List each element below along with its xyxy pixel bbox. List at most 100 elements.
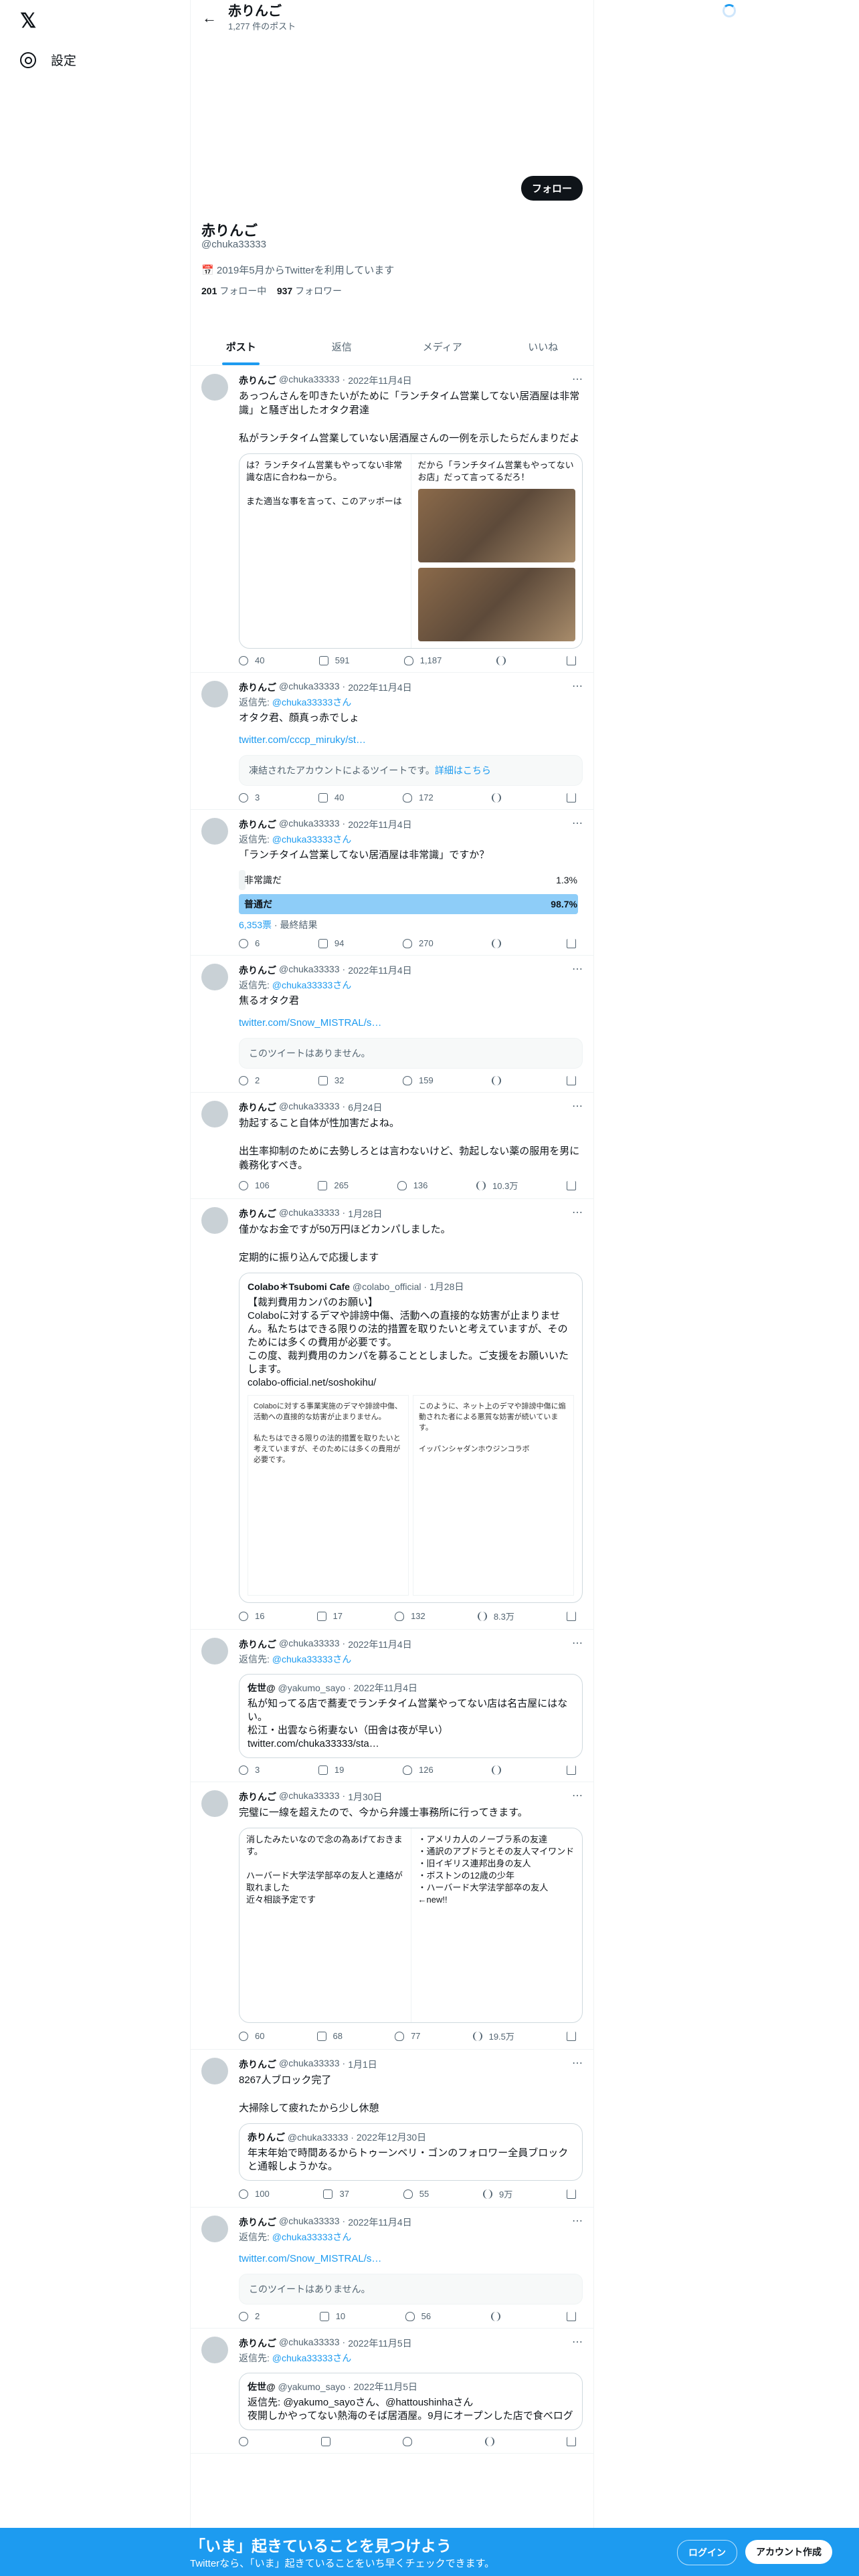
tab-media[interactable]: メディア [392, 330, 493, 365]
media-screenshot[interactable]: ・アメリカ人のノーブラ系の友達 ・通訳のアプドラとその友人マイワンド ・旧イギリ… [411, 1828, 583, 2022]
views-action[interactable] [492, 1765, 508, 1775]
media-screenshot[interactable]: は？ランチタイム営業もやってない非常識な店に合わねーから。 また適当な事を言って… [240, 454, 411, 648]
avatar[interactable] [201, 1790, 228, 1817]
following-count[interactable]: 201 [201, 286, 217, 296]
reply-to-link[interactable]: @chuka33333さん [272, 2232, 352, 2242]
reply-to-link[interactable]: @chuka33333さん [272, 834, 352, 845]
views-action[interactable]: 9万 [482, 2187, 512, 2200]
followers-label[interactable]: フォロワー [295, 286, 342, 296]
reply-action[interactable]: 3 [239, 1765, 260, 1775]
author-name[interactable]: 赤りんご [239, 1790, 276, 1804]
tweet[interactable]: ⋯ 赤りんご @chuka33333 · 2022年11月4日 返信先: @chuka33… [191, 810, 593, 956]
author-name[interactable]: 赤りんご [239, 1101, 276, 1114]
reply-to-link[interactable]: @chuka33333さん [272, 697, 352, 708]
login-button[interactable]: ログイン [677, 2540, 737, 2565]
avatar[interactable] [201, 964, 228, 990]
share-action[interactable] [566, 1179, 576, 1192]
tweet-date[interactable]: 1月28日 [348, 1207, 382, 1220]
tweet-media-grid[interactable]: は？ランチタイム営業もやってない非常識な店に合わねーから。 また適当な事を言って… [239, 453, 583, 649]
x-logo-icon[interactable]: 𝕏 [20, 9, 36, 33]
author-name[interactable]: 赤りんご [239, 964, 276, 977]
reply-action[interactable] [239, 2437, 255, 2446]
retweet-action[interactable]: 40 [318, 792, 344, 802]
signup-button[interactable]: アカウント作成 [745, 2540, 832, 2564]
reply-action[interactable]: 100 [239, 2187, 270, 2200]
media-screenshot[interactable]: だから「ランチタイム営業もやってないお店」だって言ってるだろ！ [411, 454, 583, 648]
views-action[interactable]: 10.3万 [476, 1179, 518, 1192]
reply-action[interactable]: 2 [239, 1075, 260, 1085]
avatar[interactable] [201, 2337, 228, 2363]
more-options-icon[interactable]: ⋯ [572, 2335, 583, 2349]
reply-action[interactable]: 60 [239, 2030, 264, 2042]
reply-to-link[interactable]: @chuka33333さん [272, 980, 352, 990]
like-action[interactable]: 1,187 [403, 655, 442, 665]
tweet-date[interactable]: 1月1日 [348, 2058, 377, 2071]
author-name[interactable]: 赤りんご [239, 2337, 276, 2350]
more-options-icon[interactable]: ⋯ [572, 1789, 583, 1802]
views-action[interactable] [484, 2437, 501, 2446]
like-action[interactable]: 136 [397, 1179, 427, 1192]
author-handle[interactable]: @chuka33333 [279, 681, 340, 694]
retweet-action[interactable]: 68 [316, 2030, 343, 2042]
more-options-icon[interactable]: ⋯ [572, 1099, 583, 1113]
author-name[interactable]: 赤りんご [239, 374, 276, 387]
share-action[interactable] [566, 792, 576, 802]
author-name[interactable]: 赤りんご [239, 2058, 276, 2071]
reply-action[interactable]: 106 [239, 1179, 270, 1192]
share-action[interactable] [566, 1075, 576, 1085]
tab-replies[interactable]: 返信 [292, 330, 393, 365]
reply-action[interactable]: 3 [239, 792, 260, 802]
like-action[interactable]: 172 [402, 792, 434, 802]
author-handle[interactable]: @chuka33333 [279, 964, 340, 977]
avatar[interactable] [201, 1101, 228, 1128]
tweet[interactable]: ⋯ 赤りんご @chuka33333 · 6月24日 勃起すること自体が性加害だよね。 出… [191, 1093, 593, 1199]
author-handle[interactable]: @chuka33333 [279, 2058, 340, 2071]
tweet[interactable]: ⋯ 赤りんご @chuka33333 · 2022年11月4日 返信先: @chuka33… [191, 2208, 593, 2329]
author-name[interactable]: 赤りんご [239, 2216, 276, 2229]
more-options-icon[interactable]: ⋯ [572, 817, 583, 830]
share-action[interactable] [566, 2030, 576, 2042]
quoted-tweet[interactable]: 佐世@ @yakumo_sayo · 2022年11月5日 返信先: @yakum… [239, 2373, 583, 2430]
share-action[interactable] [566, 2311, 576, 2321]
retweet-action[interactable]: 19 [318, 1765, 344, 1775]
avatar[interactable] [201, 681, 228, 708]
reply-action[interactable]: 16 [239, 1610, 264, 1622]
tweet-date[interactable]: 2022年11月5日 [348, 2337, 411, 2350]
more-options-icon[interactable]: ⋯ [572, 962, 583, 976]
tab-posts[interactable]: ポスト [191, 330, 292, 365]
retweet-action[interactable]: 94 [318, 938, 344, 948]
views-action[interactable]: 19.5万 [472, 2030, 514, 2042]
more-options-icon[interactable]: ⋯ [572, 1636, 583, 1650]
more-options-icon[interactable]: ⋯ [572, 372, 583, 386]
tweet-date[interactable]: 2022年11月4日 [348, 2216, 411, 2229]
avatar[interactable] [201, 374, 228, 401]
tweet[interactable]: ⋯ 赤りんご @chuka33333 · 1月28日 僅かなお金ですが50万円ほどカンパし… [191, 1199, 593, 1630]
share-action[interactable] [566, 938, 576, 948]
tweet-date[interactable]: 2022年11月4日 [348, 1638, 411, 1651]
like-action[interactable]: 159 [402, 1075, 434, 1085]
tweet-date[interactable]: 2022年11月4日 [348, 964, 411, 977]
tweet[interactable]: ⋯ 赤りんご @chuka33333 · 1月1日 8267人ブロック完了 大掃除して疲れ… [191, 2050, 593, 2208]
avatar[interactable] [201, 2216, 228, 2242]
author-handle[interactable]: @chuka33333 [279, 2216, 340, 2229]
tweet-link[interactable]: twitter.com/cccp_miruky/st… [239, 734, 583, 746]
reply-action[interactable]: 40 [239, 655, 264, 665]
quoted-tweet[interactable]: 赤りんご @chuka33333 · 2022年12月30日 年末年始で時間あるか… [239, 2123, 583, 2181]
more-options-icon[interactable]: ⋯ [572, 1206, 583, 1219]
author-handle[interactable]: @chuka33333 [279, 1638, 340, 1651]
views-action[interactable] [492, 792, 508, 802]
views-action[interactable] [492, 1075, 508, 1085]
like-action[interactable]: 55 [403, 2187, 429, 2200]
share-action[interactable] [566, 1765, 576, 1775]
tweet[interactable]: ⋯ 赤りんご @chuka33333 · 2022年11月4日 あっつんさんを叩きたいがた… [191, 366, 593, 673]
tweet[interactable]: ⋯ 赤りんご @chuka33333 · 2022年11月5日 返信先: @chuka33… [191, 2329, 593, 2454]
author-handle[interactable]: @chuka33333 [279, 1207, 340, 1220]
views-action[interactable] [492, 938, 508, 948]
tweet-date[interactable]: 2022年11月4日 [348, 681, 411, 694]
tweet-date[interactable]: 2022年11月4日 [348, 818, 411, 831]
tab-likes[interactable]: いいね [493, 330, 594, 365]
followers-count[interactable]: 937 [277, 286, 292, 296]
retweet-action[interactable] [320, 2437, 337, 2446]
views-action[interactable] [496, 655, 512, 665]
author-handle[interactable]: @chuka33333 [279, 1101, 340, 1114]
